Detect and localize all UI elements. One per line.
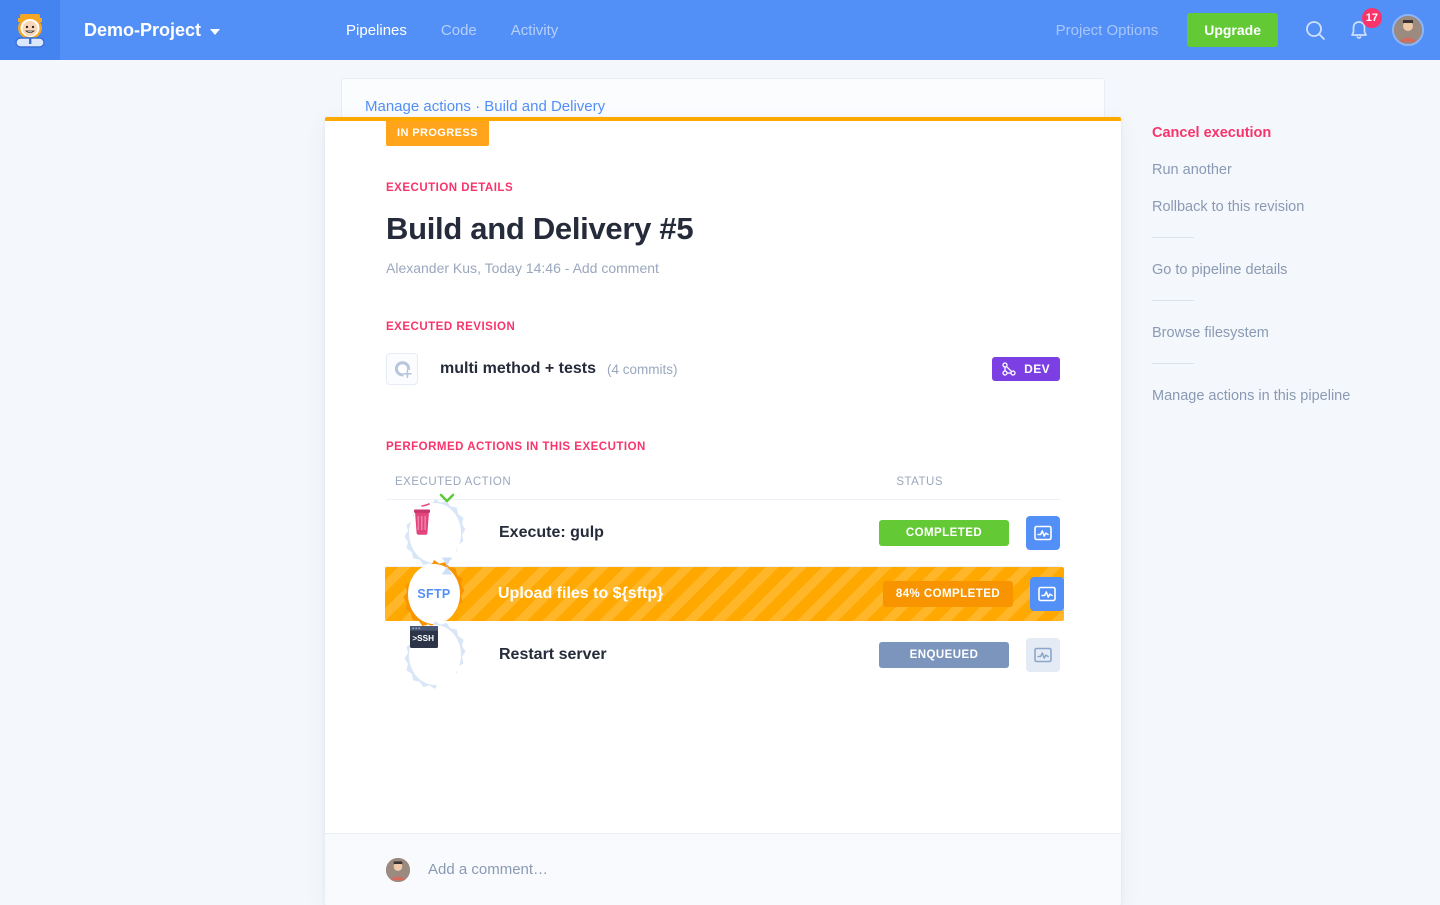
logs-icon — [1034, 647, 1052, 662]
sidebar-item-run-another[interactable]: Run another — [1152, 162, 1402, 178]
actions-table-header: EXECUTED ACTION STATUS — [386, 476, 1060, 500]
execution-time: Today 14:46 — [484, 260, 561, 276]
logs-icon-button[interactable] — [1030, 577, 1064, 611]
avatar-image — [386, 857, 410, 882]
execution-meta: Alexander Kus, Today 14:46 - Add comment — [386, 260, 1060, 276]
branch-badge-label: DEV — [1024, 362, 1050, 376]
sidebar-item-rollback[interactable]: Rollback to this revision — [1152, 199, 1402, 215]
logs-icon-button[interactable] — [1026, 516, 1060, 550]
avatar-image — [1394, 16, 1422, 44]
sidebar-item-cancel-execution[interactable]: Cancel execution — [1152, 125, 1402, 141]
cup-icon — [414, 503, 430, 535]
add-comment-link[interactable]: Add comment — [573, 260, 659, 276]
user-avatar[interactable] — [1392, 14, 1424, 46]
gear-inner-circle — [409, 503, 461, 563]
status-badge: IN PROGRESS — [386, 121, 489, 146]
upgrade-button[interactable]: Upgrade — [1187, 13, 1278, 47]
connector-hourglass — [435, 556, 459, 581]
svg-text:>SSH: >SSH — [412, 634, 434, 643]
nav-item-code[interactable]: Code — [441, 22, 477, 39]
action-name: Execute: gulp — [499, 524, 604, 541]
nav-item-pipelines[interactable]: Pipelines — [346, 22, 407, 39]
execution-card: IN PROGRESS EXECUTION DETAILS Build and … — [325, 117, 1121, 905]
side-actions-panel: Cancel execution Run another Rollback to… — [1152, 125, 1402, 425]
app-logo[interactable] — [0, 0, 60, 60]
chevron-down-icon — [439, 493, 455, 503]
meta-separator: , — [477, 260, 485, 276]
page-title: Build and Delivery #5 — [386, 211, 694, 246]
ssh-terminal-icon: >SSH — [399, 619, 471, 691]
branch-icon — [1002, 362, 1016, 376]
action-name: Upload files to ${sftp} — [498, 585, 664, 602]
chevron-down-icon — [210, 28, 221, 35]
performed-actions-label: PERFORMED ACTIONS IN THIS EXECUTION — [386, 441, 646, 453]
breadcrumb[interactable]: Manage actions · Build and Delivery — [365, 98, 605, 115]
sidebar-divider — [1152, 300, 1194, 301]
action-name: Restart server — [499, 645, 607, 663]
action-row-wrapper: SFTP Upload files to ${sftp} 84% COMPLET… — [385, 557, 1064, 628]
comment-footer — [325, 833, 1121, 905]
commit-glyph-icon — [394, 361, 412, 379]
logs-icon — [1034, 525, 1052, 541]
comment-input[interactable] — [428, 861, 848, 878]
table-row[interactable]: SFTP Upload files to ${sftp} 84% COMPLET… — [385, 560, 1064, 628]
hourglass-icon — [442, 557, 452, 575]
project-switcher[interactable]: Demo-Project — [84, 19, 221, 41]
top-navigation-bar: Demo-Project Pipelines Code Activity Pro… — [0, 0, 1440, 60]
status-badge-enqueued[interactable]: ENQUEUED — [879, 641, 1009, 668]
search-button[interactable] — [1298, 13, 1332, 47]
status-badge-completed[interactable]: COMPLETED — [879, 520, 1009, 546]
status-badge-progress[interactable]: 84% COMPLETED — [883, 581, 1013, 607]
terminal-icon: >SSH — [410, 625, 438, 648]
meta-dash: - — [560, 260, 573, 276]
sidebar-item-pipeline-details[interactable]: Go to pipeline details — [1152, 262, 1402, 278]
branch-badge[interactable]: DEV — [992, 357, 1060, 381]
sidebar-item-manage-actions[interactable]: Manage actions in this pipeline — [1152, 388, 1402, 404]
buddy-mascot-icon — [15, 14, 45, 48]
top-nav-right-group: Project Options Upgrade 17 — [1056, 8, 1440, 47]
column-header-status: STATUS — [896, 476, 943, 488]
notification-count-badge: 17 — [1361, 8, 1382, 28]
revision-row: multi method + tests (4 commits) DEV — [386, 353, 1060, 385]
nav-item-activity[interactable]: Activity — [511, 22, 559, 39]
main-nav: Pipelines Code Activity — [346, 22, 558, 39]
project-options-link[interactable]: Project Options — [1056, 22, 1159, 39]
search-icon — [1305, 20, 1325, 40]
sftp-label: SFTP — [417, 587, 451, 601]
page-content: Manage actions · Build and Delivery IN P… — [0, 60, 1440, 905]
revision-commit-count: (4 commits) — [607, 361, 678, 377]
logs-icon-button[interactable] — [1026, 637, 1060, 672]
commit-avatar-icon — [386, 353, 418, 385]
action-row-wrapper: >SSH Restart server ENQUEUED — [386, 619, 1060, 691]
table-row[interactable]: >SSH Restart server ENQUEUED — [386, 619, 1060, 691]
execution-card-body: IN PROGRESS EXECUTION DETAILS Build and … — [325, 121, 1121, 691]
table-row[interactable]: Execute: gulp COMPLETED — [386, 499, 1060, 567]
sidebar-divider — [1152, 363, 1194, 364]
connector-chevron — [435, 491, 459, 510]
project-name-label: Demo-Project — [84, 19, 202, 40]
notifications-button[interactable]: 17 — [1342, 8, 1382, 47]
executed-revision-label: EXECUTED REVISION — [386, 321, 516, 333]
revision-name[interactable]: multi method + tests — [440, 360, 596, 378]
sidebar-item-browse-filesystem[interactable]: Browse filesystem — [1152, 325, 1402, 341]
sidebar-divider — [1152, 237, 1194, 238]
action-row-wrapper: Execute: gulp COMPLETED — [386, 493, 1060, 567]
logs-icon — [1038, 586, 1056, 602]
avatar — [386, 857, 410, 882]
column-header-action: EXECUTED ACTION — [395, 476, 512, 488]
gear-inner-circle: >SSH — [409, 624, 461, 685]
execution-author: Alexander Kus — [386, 260, 478, 276]
